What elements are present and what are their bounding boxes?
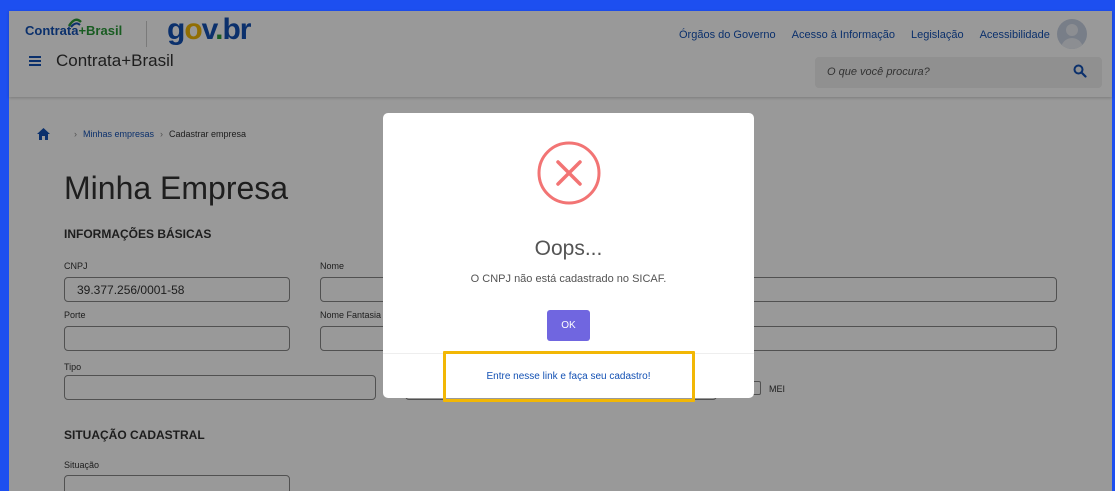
highlight-annotation [443,351,695,402]
frame-left-border [0,0,9,491]
ok-button[interactable]: OK [547,310,590,341]
modal-message: O CNPJ não está cadastrado no SICAF. [470,273,667,285]
modal-title: Oops... [534,237,603,260]
error-x-icon [537,141,601,205]
header-overlay [9,11,1112,97]
frame-top-border [0,0,1115,11]
